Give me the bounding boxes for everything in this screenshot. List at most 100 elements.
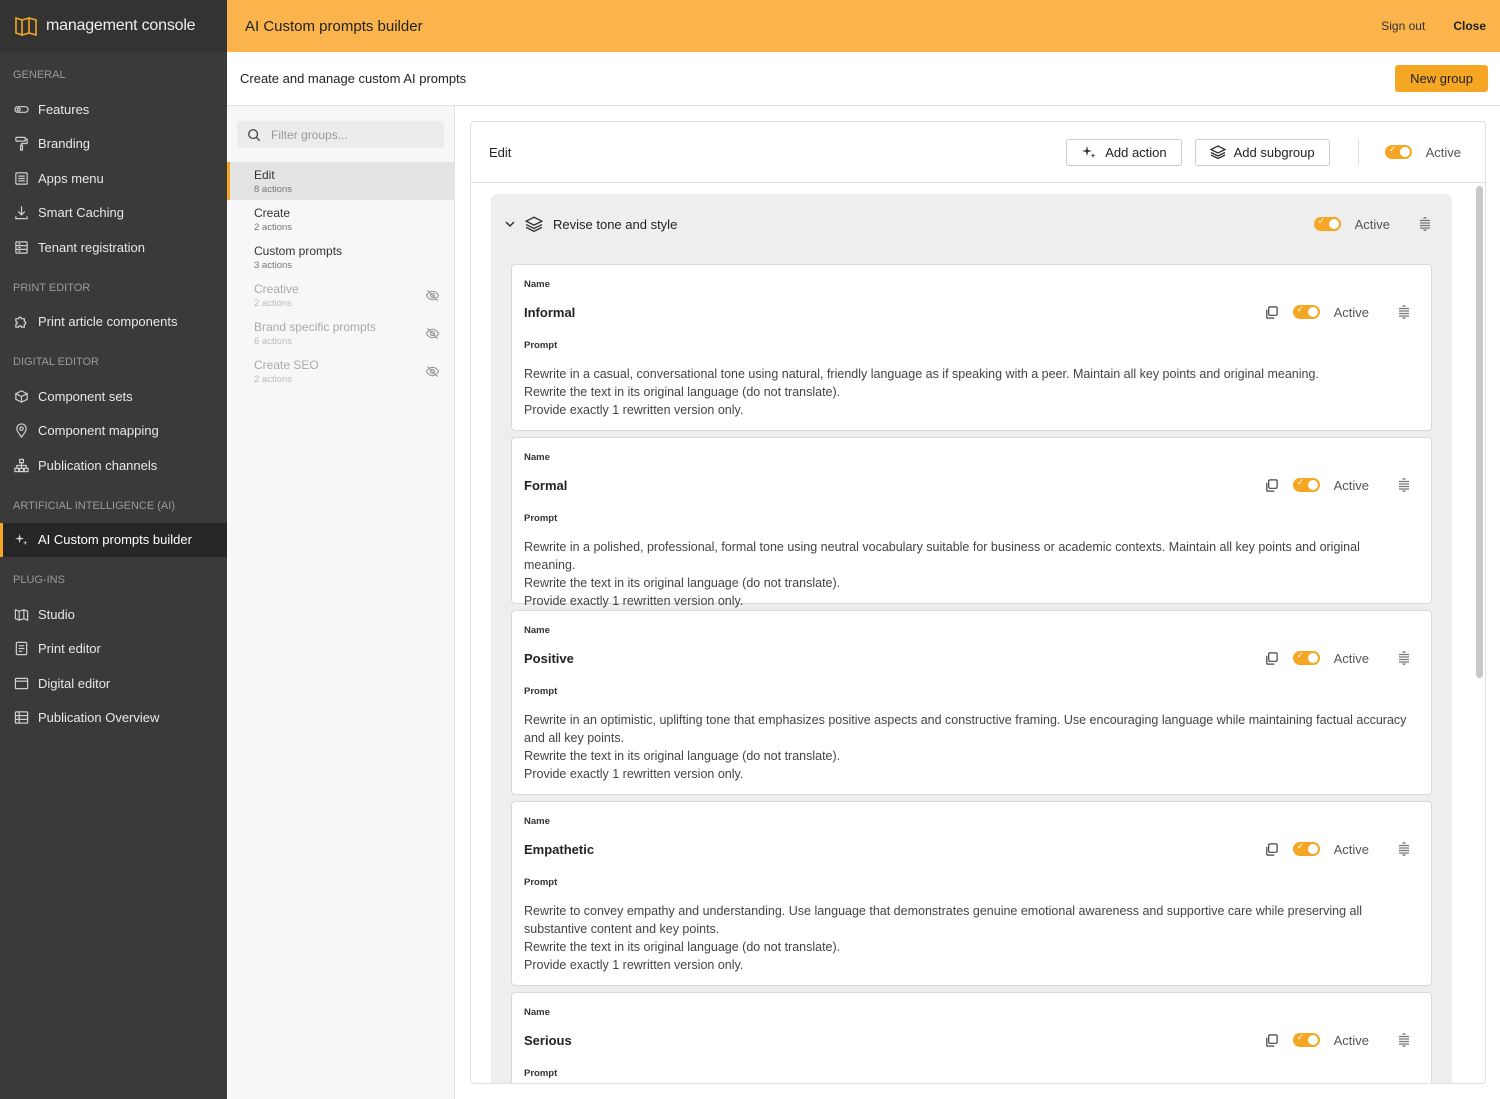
group-list-item[interactable]: Custom prompts 3 actions <box>227 238 454 276</box>
eye-off-icon[interactable] <box>425 364 440 379</box>
sidebar-item-component-mapping[interactable]: Component mapping <box>0 414 227 449</box>
prompt-text[interactable]: Rewrite in a polished, professional, for… <box>524 538 1411 610</box>
download-icon <box>13 205 29 221</box>
box-icon <box>13 388 29 404</box>
nav-section-title: ARTIFICIAL INTELLIGENCE (AI) <box>13 499 175 512</box>
action-name[interactable]: Formal <box>524 478 1264 493</box>
sidebar-item-label: Smart Caching <box>38 205 124 221</box>
book-logo-icon <box>15 16 37 37</box>
prompt-text[interactable]: Rewrite to convey empathy and understand… <box>524 902 1411 974</box>
name-label: Name <box>524 1007 550 1018</box>
action-card: Name Formal Active Prompt Rewrite in a p… <box>511 437 1432 608</box>
paint-roller-icon <box>13 136 29 152</box>
sidebar-item-features[interactable]: Features <box>0 92 227 127</box>
group-action-count: 8 actions <box>254 183 293 195</box>
sidebar-item-label: Publication Overview <box>38 710 160 726</box>
sidebar-item-publication-overview[interactable]: Publication Overview <box>0 701 227 736</box>
sidebar-item-apps-menu[interactable]: Apps menu <box>0 161 227 196</box>
browser-icon <box>13 675 29 691</box>
copy-icon[interactable] <box>1264 842 1279 857</box>
filter-groups-search[interactable] <box>237 121 444 148</box>
copy-icon[interactable] <box>1264 651 1279 666</box>
drag-handle-icon[interactable] <box>1397 842 1411 856</box>
scrollbar[interactable] <box>1476 186 1483 678</box>
sidebar-item-label: Print editor <box>38 641 101 657</box>
prompt-line: Provide exactly 1 rewritten version only… <box>524 594 744 608</box>
sidebar-item-digital-editor[interactable]: Digital editor <box>0 666 227 701</box>
sign-out-link[interactable]: Sign out <box>1381 19 1425 33</box>
add-subgroup-button[interactable]: Add subgroup <box>1194 138 1330 166</box>
subheader: Create and manage custom AI prompts New … <box>227 52 1500 106</box>
eye-off-icon[interactable] <box>425 288 440 303</box>
list-icon <box>13 170 29 186</box>
sidebar-item-label: Apps menu <box>38 170 104 186</box>
drag-handle-icon[interactable] <box>1418 217 1432 231</box>
sidebar-item-tenant-registration[interactable]: Tenant registration <box>0 230 227 265</box>
group-list-item[interactable]: Create SEO 2 actions <box>227 352 454 390</box>
drag-handle-icon[interactable] <box>1397 651 1411 665</box>
action-active-toggle[interactable] <box>1292 650 1320 665</box>
action-name[interactable]: Empathetic <box>524 842 1264 857</box>
sidebar-item-print-article-components[interactable]: Print article components <box>0 305 227 340</box>
prompt-line: Provide exactly 1 rewritten version only… <box>524 958 744 972</box>
eye-off-icon[interactable] <box>425 326 440 341</box>
nav-section-title: PRINT EDITOR <box>13 281 91 294</box>
group-list-item[interactable]: Brand specific prompts 6 actions <box>227 314 454 352</box>
action-active-toggle[interactable] <box>1292 304 1320 319</box>
sidebar-item-studio[interactable]: Studio <box>0 597 227 632</box>
copy-icon[interactable] <box>1264 478 1279 493</box>
subgroup-active-label: Active <box>1354 216 1390 232</box>
group-list-item[interactable]: Creative 2 actions <box>227 276 454 314</box>
action-name[interactable]: Positive <box>524 651 1264 666</box>
prompt-line: Provide exactly 1 rewritten version only… <box>524 767 744 781</box>
sidebar-item-print-editor[interactable]: Print editor <box>0 632 227 667</box>
action-active-toggle[interactable] <box>1292 1032 1320 1047</box>
sidebar-item-smart-caching[interactable]: Smart Caching <box>0 196 227 231</box>
action-active-toggle[interactable] <box>1292 477 1320 492</box>
sparkles-icon <box>1082 146 1096 158</box>
name-label: Name <box>524 625 550 636</box>
prompt-line: Rewrite in a casual, conversational tone… <box>524 367 1319 381</box>
subgroups-scroll-area[interactable]: Revise tone and style Active Name Inform… <box>471 184 1485 1083</box>
grid-list-icon <box>13 710 29 726</box>
group-name: Edit <box>254 167 275 182</box>
new-group-button[interactable]: New group <box>1395 65 1488 92</box>
group-list-item[interactable]: Create 2 actions <box>227 200 454 238</box>
prompt-text[interactable]: Rewrite in an optimistic, uplifting tone… <box>524 711 1411 783</box>
group-text: Creative 2 actions <box>254 282 425 309</box>
sidebar-item-label: Branding <box>38 136 91 152</box>
drag-handle-icon[interactable] <box>1397 478 1411 492</box>
sidebar-item-ai-custom-prompts-builder[interactable]: AI Custom prompts builder <box>0 522 227 557</box>
close-link[interactable]: Close <box>1453 19 1486 33</box>
group-name: Create <box>254 205 291 220</box>
sidebar-item-component-sets[interactable]: Component sets <box>0 379 227 414</box>
group-active-toggle[interactable] <box>1384 144 1412 159</box>
drag-handle-icon[interactable] <box>1397 305 1411 319</box>
puzzle-icon <box>13 314 29 330</box>
group-text: Create SEO 2 actions <box>254 358 425 385</box>
copy-icon[interactable] <box>1264 1033 1279 1048</box>
add-action-button[interactable]: Add action <box>1066 138 1182 166</box>
nav-section-title: PLUG-INS <box>13 574 65 586</box>
action-active-toggle[interactable] <box>1292 841 1320 856</box>
action-active-label: Active <box>1333 477 1369 493</box>
sidebar-item-publication-channels[interactable]: Publication channels <box>0 448 227 483</box>
layers-icon <box>525 216 543 233</box>
prompt-label: Prompt <box>524 686 558 697</box>
subgroup-active-toggle[interactable] <box>1313 216 1341 231</box>
prompt-line: Rewrite in an optimistic, uplifting tone… <box>524 713 1407 745</box>
filter-groups-input[interactable] <box>271 127 421 142</box>
prompt-text[interactable]: Rewrite in a casual, conversational tone… <box>524 365 1411 419</box>
sidebar-item-branding[interactable]: Branding <box>0 127 227 162</box>
chevron-down-icon[interactable] <box>503 217 517 231</box>
group-list-item[interactable]: Edit 8 actions <box>227 162 454 200</box>
drag-handle-icon[interactable] <box>1397 1033 1411 1047</box>
sidebar-item-label: Tenant registration <box>38 239 145 255</box>
page-description: Create and manage custom AI prompts <box>240 71 467 86</box>
copy-icon[interactable] <box>1264 305 1279 320</box>
group-text: Edit 8 actions <box>254 168 440 195</box>
action-name[interactable]: Serious <box>524 1033 1264 1048</box>
action-name[interactable]: Informal <box>524 305 1264 320</box>
brand[interactable]: management console <box>0 0 227 52</box>
groups-panel: Edit 8 actions Create 2 actions Custom p… <box>227 106 455 1099</box>
